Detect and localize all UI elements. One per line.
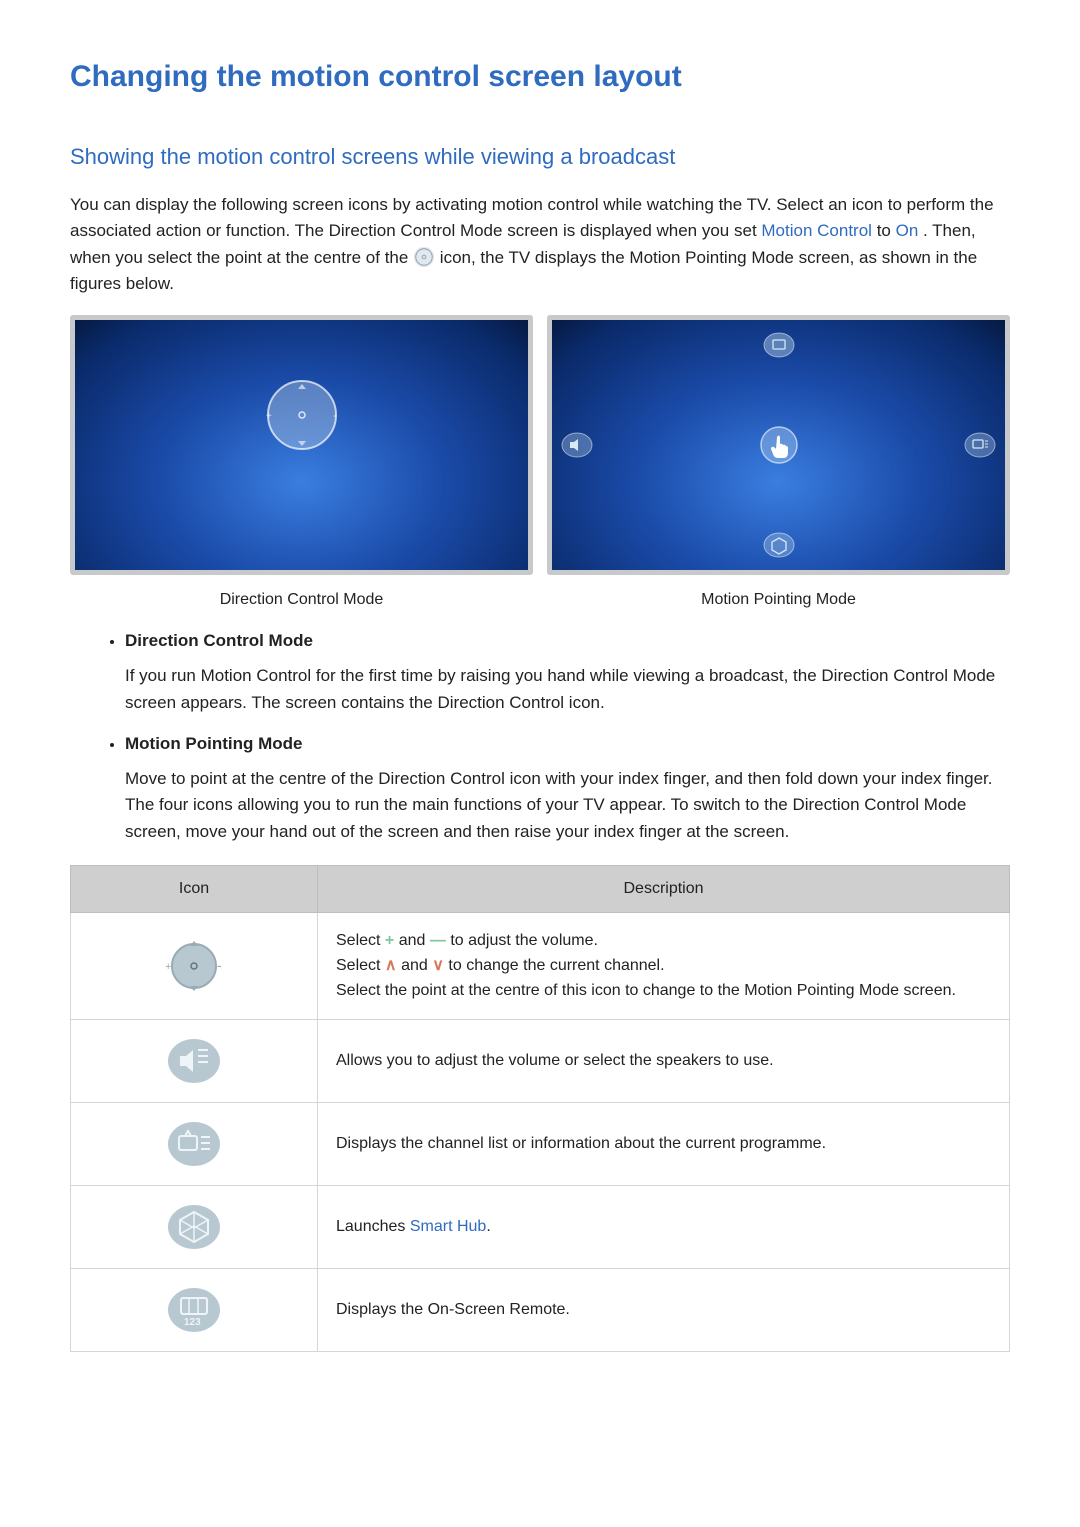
intro-paragraph: You can display the following screen ico… [70, 192, 1010, 297]
smart-hub-icon [762, 528, 796, 562]
table-cell-description: Allows you to adjust the volume or selec… [318, 1020, 1010, 1103]
desc-text: to change the current channel. [448, 957, 664, 974]
chevron-down-icon: ∨ [432, 957, 444, 974]
svg-text:+: + [165, 961, 171, 973]
table-row: 123 Displays the On-Screen Remote. [71, 1269, 1010, 1352]
smart-hub-icon [71, 1186, 318, 1269]
minus-icon: — [430, 932, 446, 949]
modes-list: Direction Control Mode If you run Motion… [70, 631, 1010, 845]
table-cell-description: Launches Smart Hub. [318, 1186, 1010, 1269]
svg-text:+: + [266, 411, 272, 422]
direction-control-mode-screenshot: + - [70, 315, 533, 575]
chevron-up-icon: ∧ [385, 957, 397, 974]
direction-control-inline-icon [413, 246, 435, 268]
direction-control-icon: + - [71, 913, 318, 1020]
table-row: Allows you to adjust the volume or selec… [71, 1020, 1010, 1103]
caption-left: Direction Control Mode [70, 581, 533, 609]
screenshot-captions: Direction Control Mode Motion Pointing M… [70, 581, 1010, 609]
motion-pointing-mode-screenshot [547, 315, 1010, 575]
volume-speaker-icon [71, 1020, 318, 1103]
desc-text: Launches [336, 1218, 410, 1235]
mode-name: Motion Pointing Mode [125, 734, 1010, 754]
table-row: + - Select + and — to adjust the volume.… [71, 913, 1010, 1020]
icon-description-table: Icon Description + - [70, 865, 1010, 1352]
table-header-description: Description [318, 866, 1010, 913]
desc-text: Select the point at the centre of this i… [336, 982, 956, 999]
intro-text: to [877, 221, 896, 240]
desc-text: Select [336, 932, 385, 949]
direction-control-icon: + - [257, 370, 347, 460]
on-screen-remote-icon: 123 [71, 1269, 318, 1352]
table-cell-description: Displays the On-Screen Remote. [318, 1269, 1010, 1352]
list-item: Motion Pointing Mode Move to point at th… [125, 734, 1010, 845]
smart-hub-link: Smart Hub [410, 1218, 486, 1235]
list-item: Direction Control Mode If you run Motion… [125, 631, 1010, 716]
table-cell-description: Select + and — to adjust the volume. Sel… [318, 913, 1010, 1020]
desc-text: and [401, 957, 432, 974]
table-header-icon: Icon [71, 866, 318, 913]
section-subtitle: Showing the motion control screens while… [70, 144, 1010, 170]
svg-text:-: - [217, 957, 222, 973]
desc-text: . [486, 1218, 490, 1235]
page-title: Changing the motion control screen layou… [70, 60, 1010, 94]
volume-speaker-icon [560, 428, 594, 462]
table-cell-description: Displays the channel list or information… [318, 1103, 1010, 1186]
desc-text: to adjust the volume. [450, 932, 598, 949]
desc-text: and [399, 932, 430, 949]
document-page: Changing the motion control screen layou… [0, 0, 1080, 1527]
mode-description: If you run Motion Control for the first … [125, 663, 1010, 716]
caption-right: Motion Pointing Mode [547, 581, 1010, 609]
on-screen-remote-icon [762, 328, 796, 362]
screenshot-row: + - [70, 315, 1010, 575]
channel-list-icon [71, 1103, 318, 1186]
plus-icon: + [385, 932, 394, 949]
hand-pointer-icon [759, 425, 799, 465]
svg-text:123: 123 [184, 1317, 201, 1328]
desc-text: Select [336, 957, 385, 974]
table-row: Displays the channel list or information… [71, 1103, 1010, 1186]
svg-text:-: - [333, 408, 337, 422]
mode-description: Move to point at the centre of the Direc… [125, 766, 1010, 845]
channel-list-icon [963, 428, 997, 462]
motion-control-link: Motion Control [761, 221, 872, 240]
table-row: Launches Smart Hub. [71, 1186, 1010, 1269]
on-link: On [896, 221, 919, 240]
mode-name: Direction Control Mode [125, 631, 1010, 651]
